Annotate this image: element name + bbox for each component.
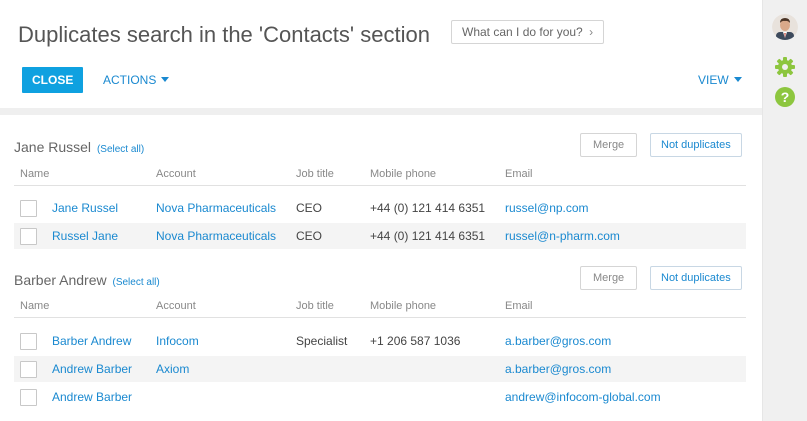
email-link[interactable]: russel@np.com xyxy=(505,201,589,215)
account-link[interactable]: Infocom xyxy=(156,334,199,348)
not-duplicates-button[interactable]: Not duplicates xyxy=(650,133,742,157)
chevron-right-icon: › xyxy=(589,25,594,39)
section-divider xyxy=(0,108,762,115)
help-glyph: ? xyxy=(781,89,790,105)
table-row[interactable]: Jane Russel Nova Pharmaceuticals CEO +44… xyxy=(14,195,746,221)
actions-menu-button[interactable]: ACTIONS xyxy=(103,67,170,93)
merge-button[interactable]: Merge xyxy=(580,266,638,290)
page-title: Duplicates search in the 'Contacts' sect… xyxy=(18,22,430,47)
actions-label: ACTIONS xyxy=(103,73,157,87)
email-link[interactable]: a.barber@gros.com xyxy=(505,362,611,376)
contact-name-link[interactable]: Andrew Barber xyxy=(52,362,132,376)
caret-down-icon xyxy=(161,77,170,83)
contact-name-link[interactable]: Barber Andrew xyxy=(52,334,131,348)
right-side-panel: ? xyxy=(762,0,807,421)
view-label: VIEW xyxy=(698,73,729,87)
main-panel: Duplicates search in the 'Contacts' sect… xyxy=(0,0,762,421)
column-header-name[interactable]: Name xyxy=(20,300,49,312)
account-link[interactable]: Nova Pharmaceuticals xyxy=(156,201,276,215)
column-header-mobile-phone[interactable]: Mobile phone xyxy=(370,300,436,312)
caret-down-icon xyxy=(733,77,742,83)
help-prompt-button[interactable]: What can I do for you? › xyxy=(451,20,605,44)
help-prompt-label: What can I do for you? xyxy=(462,25,583,39)
table-row[interactable]: Andrew Barber Axiom a.barber@gros.com xyxy=(14,356,746,382)
page-header: Duplicates search in the 'Contacts' sect… xyxy=(0,0,762,110)
merge-button[interactable]: Merge xyxy=(580,133,638,157)
column-header-mobile-phone[interactable]: Mobile phone xyxy=(370,168,436,180)
job-title-value: CEO xyxy=(296,229,323,243)
job-title-value: Specialist xyxy=(296,334,348,348)
column-header-job-title[interactable]: Job title xyxy=(296,168,334,180)
mobile-phone-value: +44 (0) 121 414 6351 xyxy=(370,201,486,215)
row-checkbox[interactable] xyxy=(20,361,37,378)
group-name: Barber Andrew xyxy=(14,272,107,288)
row-checkbox[interactable] xyxy=(20,228,37,245)
help-icon[interactable]: ? xyxy=(772,84,798,110)
contact-name-link[interactable]: Andrew Barber xyxy=(52,390,132,404)
column-header-email[interactable]: Email xyxy=(505,300,533,312)
mobile-phone-value: +1 206 587 1036 xyxy=(370,334,461,348)
group-title: Jane Russel (Select all) xyxy=(14,139,144,155)
view-menu-button[interactable]: VIEW xyxy=(698,67,742,93)
duplicate-group: Jane Russel (Select all) Merge Not dupli… xyxy=(14,133,746,259)
email-link[interactable]: a.barber@gros.com xyxy=(505,334,611,348)
account-link[interactable]: Nova Pharmaceuticals xyxy=(156,229,276,243)
group-name: Jane Russel xyxy=(14,139,92,155)
close-button[interactable]: CLOSE xyxy=(22,67,84,93)
table-row[interactable]: Barber Andrew Infocom Specialist +1 206 … xyxy=(14,328,746,354)
table-row[interactable]: Russel Jane Nova Pharmaceuticals CEO +44… xyxy=(14,223,746,249)
not-duplicates-button[interactable]: Not duplicates xyxy=(650,266,742,290)
select-all-link[interactable]: (Select all) xyxy=(113,277,160,288)
user-avatar[interactable] xyxy=(772,14,798,40)
account-link[interactable]: Axiom xyxy=(156,362,189,376)
row-checkbox[interactable] xyxy=(20,333,37,350)
email-link[interactable]: russel@n-pharm.com xyxy=(505,229,620,243)
contact-name-link[interactable]: Jane Russel xyxy=(52,201,118,215)
column-header-email[interactable]: Email xyxy=(505,168,533,180)
mobile-phone-value: +44 (0) 121 414 6351 xyxy=(370,229,486,243)
column-header-account[interactable]: Account xyxy=(156,300,196,312)
email-link[interactable]: andrew@infocom-global.com xyxy=(505,390,661,404)
table-row[interactable]: Andrew Barber andrew@infocom-global.com xyxy=(14,384,746,410)
row-checkbox[interactable] xyxy=(20,389,37,406)
job-title-value: CEO xyxy=(296,201,323,215)
row-checkbox[interactable] xyxy=(20,200,37,217)
duplicate-group: Barber Andrew (Select all) Merge Not dup… xyxy=(14,266,746,420)
column-header-row: Name Account Job title Mobile phone Emai… xyxy=(14,296,746,318)
column-header-row: Name Account Job title Mobile phone Emai… xyxy=(14,164,746,186)
column-header-job-title[interactable]: Job title xyxy=(296,300,334,312)
contact-name-link[interactable]: Russel Jane xyxy=(52,229,118,243)
column-header-name[interactable]: Name xyxy=(20,168,49,180)
gear-icon[interactable] xyxy=(772,54,798,80)
group-title: Barber Andrew (Select all) xyxy=(14,272,160,288)
select-all-link[interactable]: (Select all) xyxy=(97,144,144,155)
column-header-account[interactable]: Account xyxy=(156,168,196,180)
